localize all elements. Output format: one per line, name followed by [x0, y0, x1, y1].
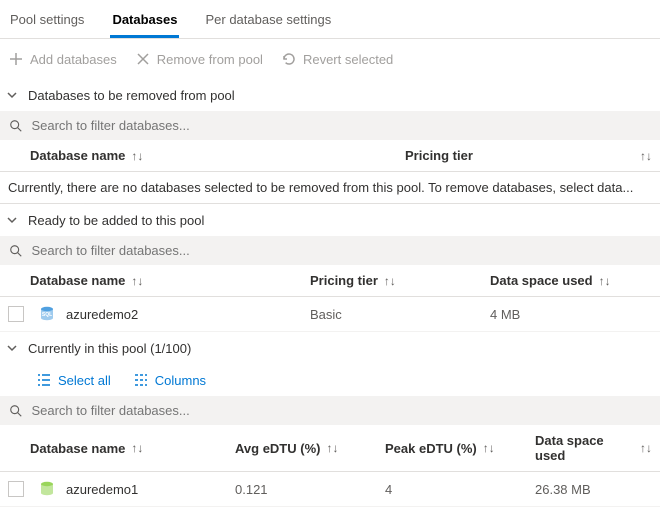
sort-icon: ↑↓ [131, 441, 143, 455]
sort-icon: ↑↓ [640, 441, 652, 455]
revert-icon [281, 51, 297, 67]
cell-data-space: 26.38 MB [535, 482, 652, 497]
removed-column-headers: Database name ↑↓ Pricing tier ↑↓ [0, 140, 660, 172]
col-database-name[interactable]: Database name ↑↓ [30, 273, 310, 288]
cell-peak-edtu: 4 [385, 482, 535, 497]
ready-column-headers: Database name ↑↓ Pricing tier ↑↓ Data sp… [0, 265, 660, 297]
sort-icon: ↑↓ [599, 274, 611, 288]
section-ready-title: Ready to be added to this pool [28, 213, 204, 228]
section-removed-header[interactable]: Databases to be removed from pool [0, 79, 660, 111]
col-peak-edtu[interactable]: Peak eDTU (%) ↑↓ [385, 441, 535, 456]
section-ready-header[interactable]: Ready to be added to this pool [0, 204, 660, 236]
remove-from-pool-button[interactable]: Remove from pool [135, 51, 263, 67]
add-databases-label: Add databases [30, 52, 117, 67]
select-all-link[interactable]: Select all [36, 372, 111, 388]
tab-pool-settings[interactable]: Pool settings [8, 6, 86, 38]
search-removed-input[interactable] [29, 117, 652, 134]
select-all-label: Select all [58, 373, 111, 388]
sql-database-icon [38, 480, 56, 498]
search-removed[interactable] [0, 111, 660, 140]
cell-data-space: 4 MB [490, 307, 652, 322]
sort-icon: ↑↓ [384, 274, 396, 288]
cell-pricing-tier: Basic [310, 307, 490, 322]
sort-icon: ↑↓ [640, 149, 652, 163]
search-ready-input[interactable] [29, 242, 652, 259]
chevron-down-icon [4, 340, 20, 356]
search-icon [8, 118, 23, 134]
svg-text:SQL: SQL [42, 312, 52, 318]
sort-icon: ↑↓ [131, 149, 143, 163]
col-data-space[interactable]: Data space used ↑↓ [490, 273, 652, 288]
search-icon [8, 403, 23, 419]
revert-selected-button[interactable]: Revert selected [281, 51, 393, 67]
row-checkbox[interactable] [8, 306, 24, 322]
table-row[interactable]: SQL azuredemo2 Basic 4 MB [0, 297, 660, 332]
tab-strip: Pool settings Databases Per database set… [0, 0, 660, 39]
row-checkbox[interactable] [8, 481, 24, 497]
table-row[interactable]: azuredemo1 0.121 4 26.38 MB [0, 472, 660, 507]
section-removed-title: Databases to be removed from pool [28, 88, 235, 103]
sql-database-icon: SQL [38, 305, 56, 323]
col-database-name[interactable]: Database name ↑↓ [30, 441, 235, 456]
section-current-title: Currently in this pool (1/100) [28, 341, 191, 356]
search-current-input[interactable] [29, 402, 652, 419]
toolbar: Add databases Remove from pool Revert se… [0, 39, 660, 79]
plus-icon [8, 51, 24, 67]
removed-empty-message: Currently, there are no databases select… [0, 172, 660, 204]
search-ready[interactable] [0, 236, 660, 265]
revert-selected-label: Revert selected [303, 52, 393, 67]
tab-per-database-settings[interactable]: Per database settings [203, 6, 333, 38]
cell-avg-edtu: 0.121 [235, 482, 385, 497]
sort-icon: ↑↓ [483, 441, 495, 455]
tab-databases[interactable]: Databases [110, 6, 179, 38]
add-databases-button[interactable]: Add databases [8, 51, 117, 67]
col-sort-right[interactable]: ↑↓ [632, 149, 652, 163]
cell-db-name: azuredemo2 [66, 307, 310, 322]
current-actions: Select all Columns [0, 364, 660, 396]
sort-icon: ↑↓ [131, 274, 143, 288]
columns-link[interactable]: Columns [133, 372, 206, 388]
section-current-header[interactable]: Currently in this pool (1/100) [0, 332, 660, 364]
search-icon [8, 243, 23, 259]
current-column-headers: Database name ↑↓ Avg eDTU (%) ↑↓ Peak eD… [0, 425, 660, 472]
col-pricing-tier[interactable]: Pricing tier ↑↓ [310, 273, 490, 288]
chevron-down-icon [4, 212, 20, 228]
columns-label: Columns [155, 373, 206, 388]
list-check-icon [36, 372, 52, 388]
remove-from-pool-label: Remove from pool [157, 52, 263, 67]
col-data-space[interactable]: Data space used ↑↓ [535, 433, 652, 463]
search-current[interactable] [0, 396, 660, 425]
x-icon [135, 51, 151, 67]
chevron-down-icon [4, 87, 20, 103]
col-pricing-tier[interactable]: Pricing tier [405, 148, 632, 163]
sort-icon: ↑↓ [326, 441, 338, 455]
columns-icon [133, 372, 149, 388]
col-database-name[interactable]: Database name ↑↓ [30, 148, 405, 163]
cell-db-name: azuredemo1 [66, 482, 235, 497]
col-avg-edtu[interactable]: Avg eDTU (%) ↑↓ [235, 441, 385, 456]
